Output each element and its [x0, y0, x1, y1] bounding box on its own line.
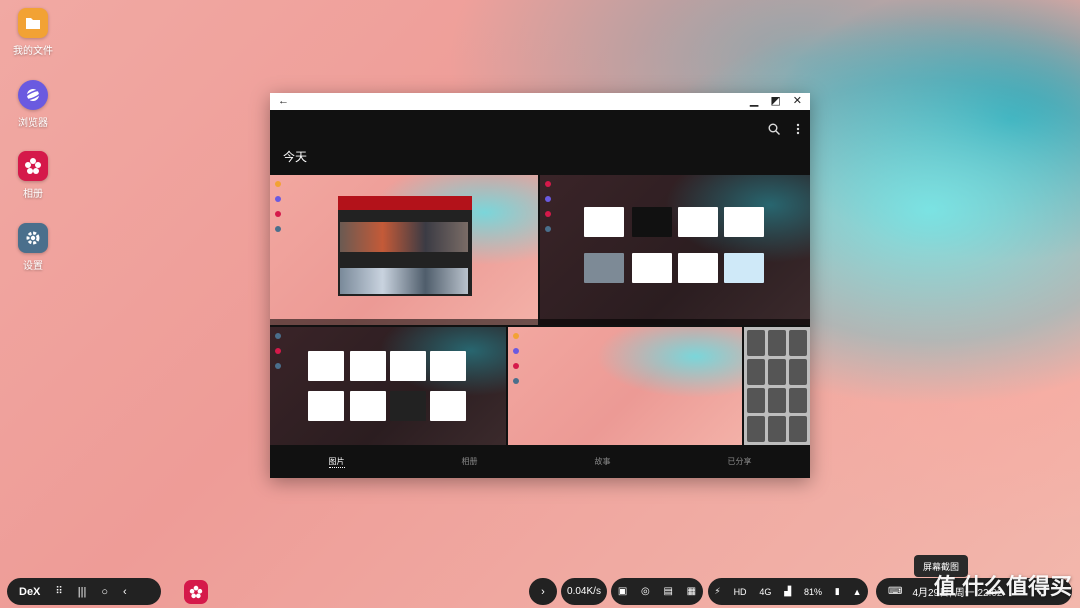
desktop-icon-label: 我的文件: [13, 46, 53, 57]
status-area[interactable]: ⚡ HD 4G ▟ 81% ▮ ▲: [708, 578, 868, 605]
gallery-window: ← ▁ ◩ ✕ 今天 图片 相册 故事 已分享: [270, 93, 810, 478]
desktop-icon-my-files[interactable]: 我的文件: [10, 8, 56, 57]
apps-grid-icon[interactable]: ⠿: [55, 586, 62, 597]
folder-icon: [18, 8, 48, 38]
photo-grid: [270, 175, 810, 445]
tab-shared[interactable]: 已分享: [728, 456, 752, 467]
internet-browser-icon: [18, 80, 48, 110]
screenshot-notification-icon: ▤: [663, 586, 673, 597]
desktop-icon-label: 设置: [23, 261, 43, 272]
photo-thumbnail[interactable]: [270, 327, 506, 445]
desktop-icon-label: 浏览器: [18, 118, 48, 129]
gear-icon: [18, 223, 48, 253]
network-speed: 0.04K/s: [561, 578, 607, 605]
section-title: 今天: [283, 150, 308, 164]
battery-percent: 81%: [803, 586, 822, 597]
signal-icon: ▟: [784, 586, 792, 596]
desktop-icon-settings[interactable]: 设置: [10, 223, 56, 272]
dex-nav-pill: DeX ⠿ ||| ○ ‹: [7, 578, 161, 605]
notification-icons[interactable]: ▣ ◎ ▤ ▦: [611, 578, 703, 605]
bottom-tab-bar: 图片 相册 故事 已分享: [270, 445, 810, 478]
tab-albums[interactable]: 相册: [462, 456, 478, 467]
watermark: 值 什么值得买: [933, 574, 1072, 599]
back-arrow-icon[interactable]: ←: [278, 93, 289, 110]
home-icon[interactable]: ○: [101, 586, 108, 598]
maximize-icon[interactable]: ◩: [770, 93, 780, 110]
desktop-icon-label: 相册: [23, 189, 43, 200]
recent-apps-icon[interactable]: |||: [78, 586, 87, 598]
battery-icon: ▮: [834, 586, 840, 596]
close-icon[interactable]: ✕: [793, 93, 802, 110]
tab-stories[interactable]: 故事: [595, 456, 611, 467]
hd-badge: HD: [733, 586, 747, 597]
desktop-icon-browser[interactable]: 浏览器: [10, 80, 56, 129]
window-titlebar[interactable]: ← ▁ ◩ ✕: [270, 93, 810, 110]
photo-thumbnail[interactable]: [508, 327, 742, 445]
calendar-notification-icon: ▦: [686, 586, 697, 597]
expand-chevron-icon[interactable]: ›: [529, 578, 557, 605]
do-not-disturb-icon: ⚡: [714, 586, 721, 596]
minimize-icon[interactable]: ▁: [750, 93, 758, 110]
keyboard-icon: ⌨: [888, 586, 903, 597]
dex-button[interactable]: DeX: [19, 586, 40, 598]
desktop-icon-gallery[interactable]: 相册: [10, 151, 56, 200]
more-options-icon[interactable]: [796, 123, 800, 135]
gallery-app-taskbar-icon[interactable]: [184, 580, 208, 604]
wechat-icon: ◎: [641, 586, 650, 597]
image-notification-icon: ▣: [617, 586, 628, 597]
search-icon[interactable]: [768, 123, 780, 135]
gallery-flower-icon: [18, 151, 48, 181]
photo-thumbnail[interactable]: [744, 327, 810, 445]
network-4g: 4G: [759, 586, 772, 597]
photo-thumbnail[interactable]: [540, 175, 810, 325]
chevron-up-icon: ▲: [852, 586, 862, 597]
tab-pictures[interactable]: 图片: [328, 456, 345, 468]
back-icon[interactable]: ‹: [123, 586, 127, 598]
photo-thumbnail[interactable]: [270, 175, 538, 325]
